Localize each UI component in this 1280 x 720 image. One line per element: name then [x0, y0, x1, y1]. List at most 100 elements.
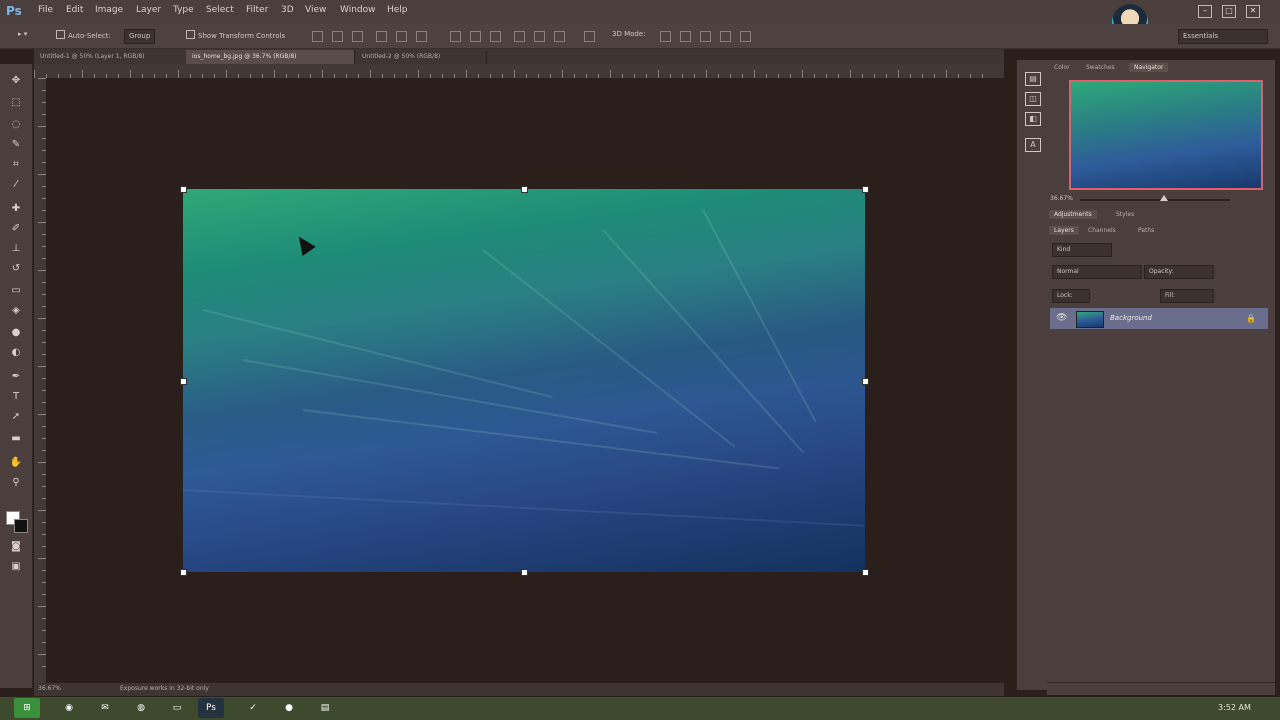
transform-handle[interactable]	[521, 186, 528, 193]
tab-untitled-1[interactable]: Untitled-1 @ 50% (Layer 1, RGB/8)	[34, 50, 187, 64]
eyedropper-tool-icon[interactable]: ⁄	[9, 178, 23, 192]
crop-tool-icon[interactable]: ⌗	[9, 158, 23, 172]
3d-slide-icon[interactable]	[720, 31, 731, 42]
blend-mode-dropdown[interactable]: Normal	[1052, 265, 1142, 279]
transform-handle[interactable]	[180, 378, 187, 385]
navigator-zoom-slider[interactable]	[1080, 199, 1230, 201]
hand-tool-icon[interactable]: ✋	[9, 456, 23, 470]
quick-mask-icon[interactable]: ◙	[9, 540, 23, 554]
menu-image[interactable]: Image	[95, 5, 123, 15]
transform-handle[interactable]	[180, 186, 187, 193]
app-icon[interactable]: ✓	[240, 698, 266, 718]
transform-handle[interactable]	[862, 378, 869, 385]
auto-select-dropdown[interactable]: Group	[124, 29, 156, 44]
photoshop-task-icon[interactable]: Ps	[198, 698, 224, 718]
opacity-label[interactable]: Opacity:	[1144, 265, 1214, 279]
paint-bucket-tool-icon[interactable]: ◈	[9, 304, 23, 318]
eraser-tool-icon[interactable]: ▭	[9, 284, 23, 298]
folder-icon[interactable]: ▭	[164, 698, 190, 718]
browser-icon[interactable]: ◍	[128, 698, 154, 718]
lasso-tool-icon[interactable]: ◌	[9, 118, 23, 132]
distribute-middle-icon[interactable]	[470, 31, 481, 42]
navigator-zoom[interactable]: 36.67%	[1050, 195, 1073, 202]
3d-drag-icon[interactable]	[700, 31, 711, 42]
status-info[interactable]: Exposure works in 32-bit only	[120, 685, 209, 692]
tab-navigator[interactable]: Navigator	[1129, 63, 1169, 72]
move-tool-icon[interactable]: ✥	[9, 74, 23, 88]
properties-panel-icon[interactable]: ◫	[1025, 92, 1041, 106]
align-bottom-icon[interactable]	[352, 31, 363, 42]
email-icon[interactable]: ✉	[92, 698, 118, 718]
tab-ios-home-bg[interactable]: ios_home_bg.jpg @ 36.7% (RGB/8)	[186, 50, 355, 64]
bulb-icon[interactable]: ●	[276, 698, 302, 718]
layer-kind-filter[interactable]: Kind	[1052, 243, 1112, 257]
workspace-dropdown[interactable]: Essentials	[1178, 29, 1268, 44]
shape-tool-icon[interactable]: ▬	[9, 432, 23, 446]
distribute-left-icon[interactable]	[514, 31, 525, 42]
character-panel-icon[interactable]: A	[1025, 138, 1041, 152]
type-tool-icon[interactable]: T	[9, 390, 23, 404]
history-brush-tool-icon[interactable]: ↺	[9, 262, 23, 276]
tab-channels[interactable]: Channels	[1083, 226, 1121, 235]
quick-select-tool-icon[interactable]: ✎	[9, 138, 23, 152]
distribute-right-icon[interactable]	[554, 31, 565, 42]
marquee-tool-icon[interactable]: ⬚	[9, 96, 23, 110]
menu-window[interactable]: Window	[340, 5, 376, 15]
show-transform-checkbox[interactable]: Show Transform Controls	[186, 30, 285, 40]
transform-handle[interactable]	[862, 569, 869, 576]
menu-filter[interactable]: Filter	[246, 5, 268, 15]
menu-select[interactable]: Select	[206, 5, 234, 15]
auto-select-checkbox[interactable]: Auto-Select:	[56, 30, 111, 40]
taskbar-clock[interactable]: 3:52 AM	[1218, 703, 1251, 712]
align-middle-icon[interactable]	[332, 31, 343, 42]
status-zoom[interactable]: 36.67%	[38, 685, 61, 692]
distribute-center-icon[interactable]	[534, 31, 545, 42]
tool-presets-icon[interactable]: ◧	[1025, 112, 1041, 126]
close-button[interactable]: ✕	[1246, 5, 1260, 18]
distribute-top-icon[interactable]	[450, 31, 461, 42]
maximize-button[interactable]: □	[1222, 5, 1236, 18]
menu-help[interactable]: Help	[387, 5, 408, 15]
start-button[interactable]: ⊞	[14, 698, 40, 718]
auto-align-icon[interactable]	[584, 31, 595, 42]
menu-type[interactable]: Type	[173, 5, 194, 15]
distribute-bottom-icon[interactable]	[490, 31, 501, 42]
navigator-preview[interactable]	[1069, 80, 1263, 190]
align-top-icon[interactable]	[312, 31, 323, 42]
path-select-tool-icon[interactable]: ➚	[9, 410, 23, 424]
3d-rotate-icon[interactable]	[660, 31, 671, 42]
tab-adjustments[interactable]: Adjustments	[1049, 210, 1097, 219]
align-right-icon[interactable]	[416, 31, 427, 42]
zoom-tool-icon[interactable]: ⚲	[9, 476, 23, 490]
transform-handle[interactable]	[862, 186, 869, 193]
clone-stamp-tool-icon[interactable]: ⊥	[9, 242, 23, 256]
move-tool-icon[interactable]: ▸ ▾	[18, 30, 27, 38]
blur-tool-icon[interactable]: ●	[9, 326, 23, 340]
layer-name[interactable]: Background	[1110, 314, 1152, 322]
healing-brush-tool-icon[interactable]: ✚	[9, 202, 23, 216]
chrome-icon[interactable]: ◉	[56, 698, 82, 718]
fill-label[interactable]: Fill:	[1160, 289, 1214, 303]
tab-untitled-2[interactable]: Untitled-2 @ 50% (RGB/8)	[356, 50, 487, 64]
zoom-slider-knob[interactable]	[1160, 195, 1168, 201]
tab-layers[interactable]: Layers	[1049, 226, 1079, 235]
3d-roll-icon[interactable]	[680, 31, 691, 42]
notes-icon[interactable]: ▤	[312, 698, 338, 718]
tab-color[interactable]: Color	[1049, 63, 1075, 72]
menu-edit[interactable]: Edit	[66, 5, 83, 15]
visibility-eye-icon[interactable]: 👁	[1056, 313, 1067, 323]
3d-scale-icon[interactable]	[740, 31, 751, 42]
pen-tool-icon[interactable]: ✒	[9, 370, 23, 384]
screen-mode-icon[interactable]: ▣	[9, 560, 23, 574]
menu-3d[interactable]: 3D	[281, 5, 294, 15]
align-center-icon[interactable]	[396, 31, 407, 42]
tab-swatches[interactable]: Swatches	[1081, 63, 1120, 72]
document-image[interactable]	[183, 189, 865, 572]
brush-tool-icon[interactable]: ✐	[9, 222, 23, 236]
history-panel-icon[interactable]: ▤	[1025, 72, 1041, 86]
background-color-swatch[interactable]	[14, 519, 28, 533]
dodge-tool-icon[interactable]: ◐	[9, 346, 23, 360]
tab-paths[interactable]: Paths	[1133, 226, 1159, 235]
minimize-button[interactable]: –	[1198, 5, 1212, 18]
menu-file[interactable]: File	[38, 5, 53, 15]
